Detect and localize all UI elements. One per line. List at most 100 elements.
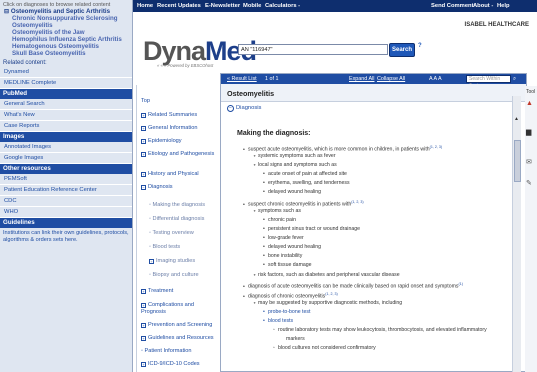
scroll-up-arrow-icon[interactable]: ▲ [514, 116, 519, 122]
attach-icon[interactable]: ✎ [526, 179, 532, 187]
scroll-thumb[interactable] [514, 140, 521, 182]
pager[interactable]: 1 of 1 [265, 76, 279, 82]
content-scrollbar[interactable] [512, 96, 521, 372]
related-medline[interactable]: MEDLINE Complete [0, 78, 132, 89]
toc-item[interactable]: + Guidelines and Resources [141, 335, 215, 342]
toc-subitem[interactable]: + Imaging studies [149, 258, 223, 265]
expand-all-link[interactable]: Expand All [349, 76, 374, 82]
pubmed-general-search[interactable]: General Search [0, 99, 132, 110]
line-text: erythema, swelling, and tenderness [268, 180, 350, 186]
page-title: Osteomyelitis [227, 89, 275, 98]
help-icon[interactable]: ? [418, 43, 422, 49]
toc-label: Biopsy and culture [152, 272, 199, 278]
tree-item[interactable]: Hemophilus Influenza Septic Arthritis [4, 36, 130, 43]
other-who[interactable]: WHO [0, 207, 132, 218]
toc-item[interactable]: + Etiology and Pathogenesis [141, 151, 215, 158]
other-patient-education[interactable]: Patient Education Reference Center [0, 185, 132, 196]
content-line: • erythema, swelling, and tenderness [263, 180, 350, 186]
nav-calculators[interactable]: Calculators - [265, 3, 300, 9]
search-within-text-input[interactable]: Search Within Text [466, 75, 511, 89]
nav-recent-updates[interactable]: Recent Updates [157, 3, 201, 9]
toc-subitem[interactable]: ◦ Differential diagnosis [149, 216, 223, 223]
tree-item[interactable]: Chronic Nonsuppurative Sclerosing Osteom… [4, 15, 130, 29]
nav-home[interactable]: Home [137, 3, 153, 9]
toc-item[interactable]: + Prevention and Screening [141, 322, 215, 329]
toc-item[interactable]: + History and Physical [141, 171, 215, 178]
toc-label: Prevention and Screening [148, 322, 213, 328]
nav-send-comment[interactable]: Send Comment [431, 3, 474, 9]
related-dynamed[interactable]: Dynamed [0, 67, 132, 78]
diagnosis-section-header[interactable]: − Diagnosis [227, 105, 261, 112]
section-label: Diagnosis [236, 105, 262, 111]
toc-label: Treatment [148, 288, 174, 294]
email-icon[interactable]: ✉ [526, 158, 532, 166]
expand-icon: + [149, 259, 154, 264]
content-line[interactable]: • probe-to-bone test [263, 309, 310, 315]
expand-icon: + [141, 172, 146, 177]
line-text: persistent sinus tract or wound drainage [268, 226, 360, 232]
top-nav: Home Recent Updates E-Newsletter Mobile … [133, 0, 537, 12]
toc-item[interactable]: + Epidemiology [141, 138, 215, 145]
expand-icon: + [141, 289, 146, 294]
citation[interactable]: (1, 2, 3) [430, 145, 442, 149]
nav-help[interactable]: Help [497, 3, 510, 9]
toc-label: Diagnosis [148, 184, 173, 190]
line-text: delayed wound healing [268, 244, 322, 250]
nav-enewsletter[interactable]: E-Newsletter [205, 3, 240, 9]
toc-label: ICD-9/ICD-10 Codes [148, 361, 200, 367]
tree-root[interactable]: ⊟ Osteomyelitis and Septic Arthritis [4, 8, 130, 15]
tree-item[interactable]: Hematogenous Osteomyelitis [4, 43, 130, 50]
search-icon[interactable]: ⌕ [513, 76, 516, 83]
line-text: bone instability [268, 253, 303, 259]
other-pemsoft[interactable]: PEMSoft [0, 174, 132, 185]
toc-subitem[interactable]: ◦ Biopsy and culture [149, 272, 223, 279]
tree-item[interactable]: Skull Base Osteomyelitis [4, 50, 130, 57]
print-icon[interactable]: ▆ [526, 128, 531, 136]
collapse-all-link[interactable]: Collapse All [377, 76, 405, 82]
logo-dyna: Dyna [143, 36, 206, 66]
line-text: blood cultures not considered confirmato… [278, 345, 376, 351]
expand-icon: + [141, 126, 146, 131]
toc-item[interactable]: + Related Summaries [141, 112, 215, 119]
other-cdc[interactable]: CDC [0, 196, 132, 207]
related-content-label: Related content: [3, 60, 47, 66]
toc-item[interactable]: + ICD-9/ICD-10 Codes [141, 361, 215, 368]
toc-subitem[interactable]: ◦ Making the diagnosis [149, 202, 223, 209]
line-text[interactable]: probe-to-bone test [268, 309, 310, 315]
citation[interactable]: (1, 2, 3) [325, 292, 337, 296]
pubmed-case-reports[interactable]: Case Reports [0, 121, 132, 132]
toc-subitem[interactable]: ◦ Testing overview [149, 230, 223, 237]
toc-item[interactable]: − Diagnosis [141, 184, 215, 191]
pdf-icon[interactable]: ▲ [526, 100, 533, 107]
images-annotated[interactable]: Annotated Images [0, 142, 132, 153]
nav-mobile[interactable]: Mobile [243, 3, 261, 9]
images-header: Images [0, 132, 132, 142]
content-line: ◦ blood cultures not considered confirmat… [273, 345, 376, 351]
citation[interactable]: (1) [459, 282, 463, 286]
content-line[interactable]: • blood tests [263, 318, 293, 324]
toc-item[interactable]: ◦ Patient Information [141, 348, 215, 355]
line-text: suspect chronic osteomyelitis in patient… [248, 201, 352, 208]
toc-subitem[interactable]: ◦ Blood tests [149, 244, 223, 251]
citation[interactable]: (1, 2, 3) [351, 200, 363, 204]
toc-item[interactable]: + Complications and Prognosis [141, 302, 215, 315]
toc-item[interactable]: + General Information [141, 125, 215, 132]
toc-top[interactable]: Top [141, 98, 215, 105]
search-button[interactable]: Search [389, 43, 415, 57]
line-text: risk factors, such as diabetes and perip… [258, 272, 400, 278]
line-text: diagnosis of chronic osteomyelitis [248, 293, 326, 300]
tree-item[interactable]: Osteomyelitis of the Jaw [4, 29, 130, 36]
nav-about[interactable]: About - [473, 3, 493, 9]
pubmed-whats-new[interactable]: What's New [0, 110, 132, 121]
content-line: ∘ risk factors, such as diabetes and peri… [253, 272, 400, 278]
content-line: ∘ may be suggested by supportive diagnost… [253, 300, 402, 306]
result-list-link[interactable]: « Result List [227, 76, 257, 82]
line-text[interactable]: blood tests [268, 318, 293, 324]
text-size-toggle[interactable]: A A A [429, 76, 442, 82]
images-google[interactable]: Google Images [0, 153, 132, 164]
toc-label: Testing overview [152, 230, 194, 236]
table-of-contents: Top + Related Summaries + General Informat… [136, 85, 214, 372]
expand-icon: + [141, 152, 146, 157]
search-input[interactable] [238, 44, 388, 55]
toc-item[interactable]: + Treatment [141, 288, 215, 295]
